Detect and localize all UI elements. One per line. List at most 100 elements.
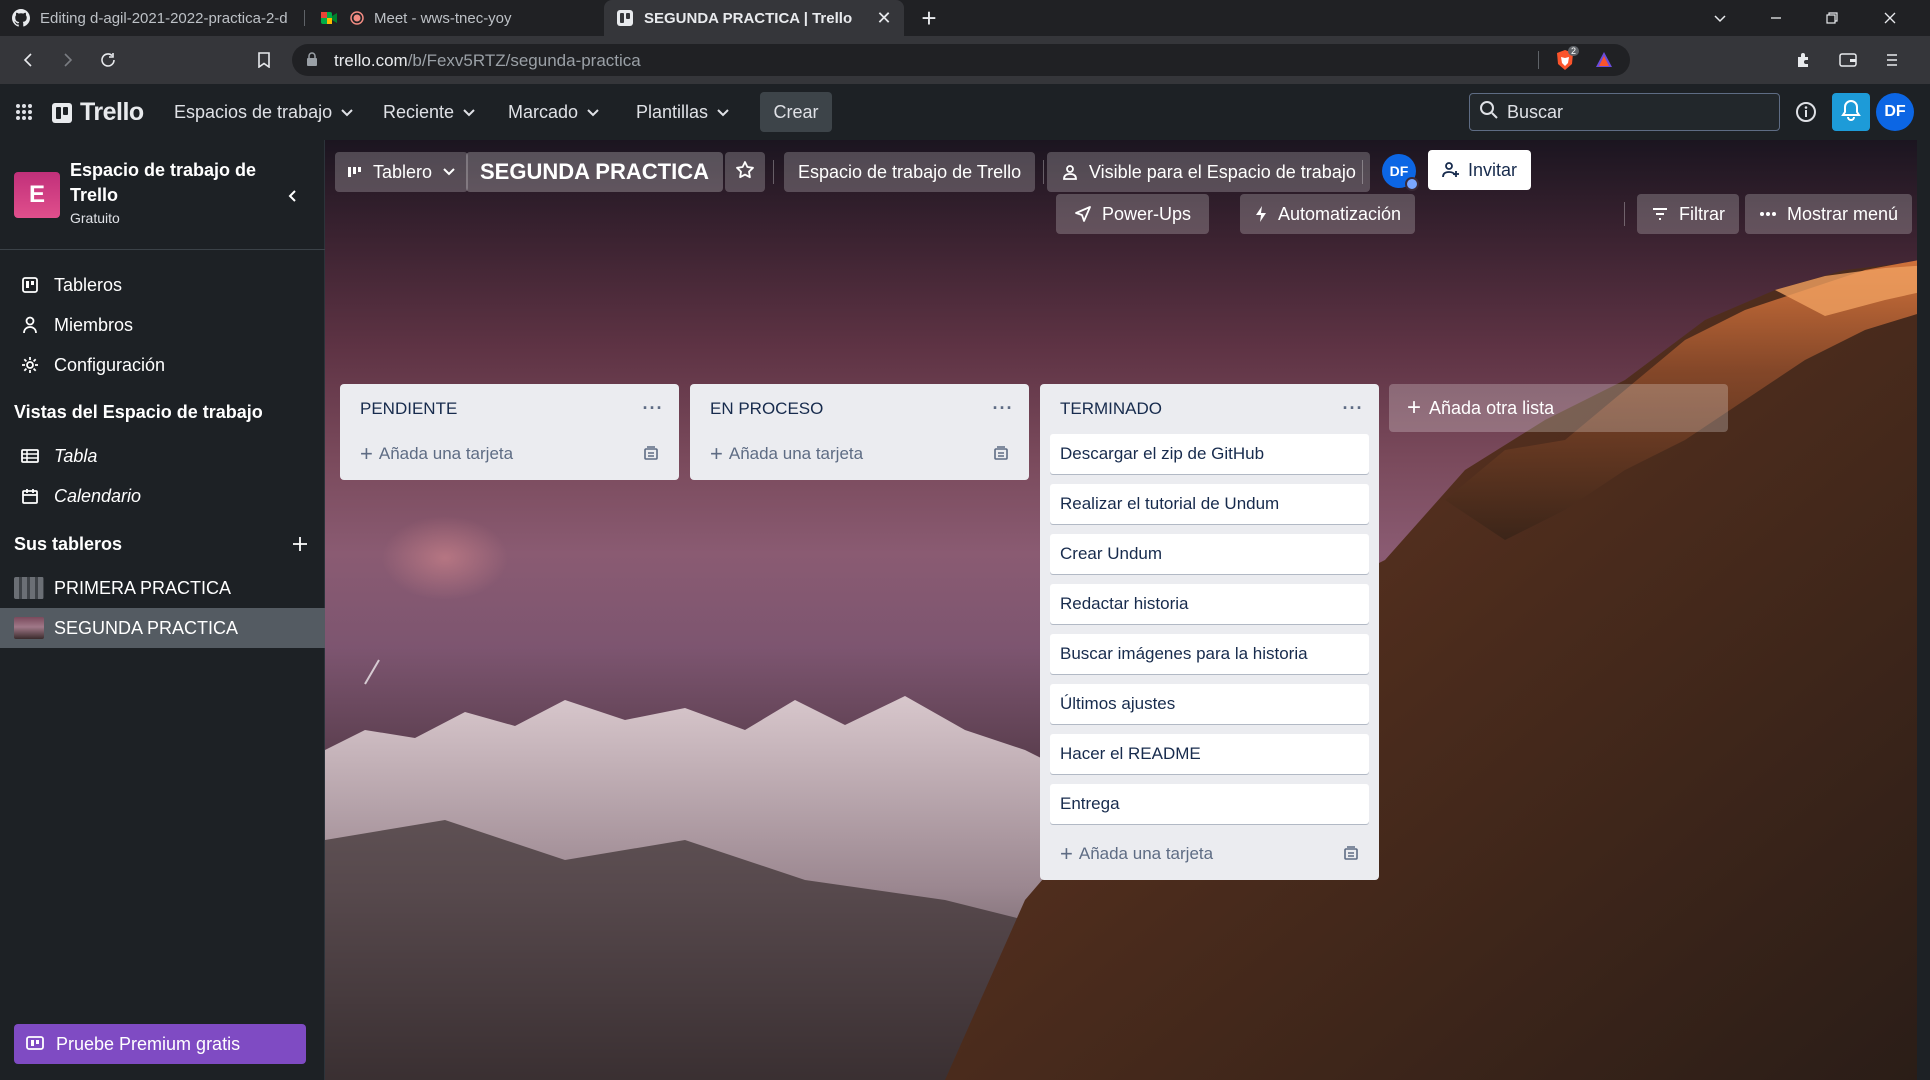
- add-card-button[interactable]: + Añada una tarjeta: [700, 434, 1019, 474]
- info-icon[interactable]: [1790, 96, 1822, 128]
- card[interactable]: Últimos ajustes: [1050, 684, 1369, 724]
- try-premium-button[interactable]: Pruebe Premium gratis: [14, 1024, 306, 1064]
- card[interactable]: Crear Undum: [1050, 534, 1369, 574]
- card[interactable]: Redactar historia: [1050, 584, 1369, 624]
- tab-divider: [304, 10, 305, 26]
- notifications-button[interactable]: [1832, 93, 1870, 131]
- more-icon: [1759, 211, 1777, 217]
- app-switcher-icon[interactable]: [14, 102, 34, 127]
- card-template-icon[interactable]: [643, 446, 659, 467]
- menu-recent[interactable]: Reciente: [383, 96, 476, 128]
- brave-rewards-icon[interactable]: [1594, 50, 1614, 75]
- menu-workspaces[interactable]: Espacios de trabajo: [174, 96, 354, 128]
- workspace-header: E Espacio de trabajo de Trello Gratuito: [0, 140, 325, 250]
- menu-templates[interactable]: Plantillas: [636, 96, 730, 128]
- tab-title: SEGUNDA PRACTICA | Trello: [644, 9, 853, 27]
- plus-icon: +: [360, 441, 373, 466]
- menu-label: Plantillas: [636, 101, 709, 122]
- trello-logo[interactable]: Trello: [52, 98, 144, 127]
- list-menu-icon[interactable]: ···: [989, 396, 1017, 420]
- member-initials: DF: [1389, 163, 1409, 179]
- card[interactable]: Buscar imágenes para la historia: [1050, 634, 1369, 674]
- wallet-icon[interactable]: [1834, 46, 1862, 74]
- sidebar-item-members[interactable]: Miembros: [0, 305, 325, 345]
- restore-icon[interactable]: [1804, 0, 1860, 36]
- boards-heading: Sus tableros: [14, 534, 123, 554]
- board-thumbnail: [14, 617, 44, 639]
- automation-button[interactable]: Automatización: [1240, 194, 1416, 234]
- workspace-name[interactable]: Espacio de trabajo de Trello: [70, 158, 270, 208]
- list-menu-icon[interactable]: ···: [639, 396, 667, 420]
- sidebar-item-label: Tabla: [54, 445, 98, 466]
- person-icon: [20, 315, 40, 335]
- minimize-icon[interactable]: [1748, 0, 1804, 36]
- powerups-button[interactable]: Power-Ups: [1056, 194, 1210, 234]
- add-board-icon[interactable]: [288, 532, 312, 556]
- close-tab-icon[interactable]: ✕: [874, 8, 894, 28]
- collapse-sidebar-icon[interactable]: [280, 184, 304, 208]
- sidebar-item-settings[interactable]: Configuración: [0, 345, 325, 385]
- card[interactable]: Descargar el zip de GitHub: [1050, 434, 1369, 474]
- create-button[interactable]: Crear: [760, 92, 832, 132]
- show-menu-button[interactable]: Mostrar menú: [1745, 194, 1913, 234]
- plus-icon: +: [710, 441, 723, 466]
- menu-starred[interactable]: Marcado: [508, 96, 600, 128]
- extensions-icon[interactable]: [1790, 46, 1818, 74]
- filter-button[interactable]: Filtrar: [1637, 194, 1739, 234]
- add-card-label: Añada una tarjeta: [728, 444, 864, 463]
- add-person-icon: [1442, 161, 1460, 179]
- forward-icon[interactable]: [54, 46, 82, 74]
- search-input[interactable]: Buscar: [1469, 93, 1780, 131]
- sidebar-item-label: Calendario: [54, 485, 142, 506]
- automation-label: Automatización: [1278, 203, 1402, 224]
- list-menu-icon[interactable]: ···: [1339, 396, 1367, 420]
- admin-badge: [1405, 177, 1419, 191]
- powerups-label: Power-Ups: [1102, 203, 1192, 224]
- add-card-button[interactable]: + Añada una tarjeta: [350, 434, 669, 474]
- browser-tab-trello[interactable]: SEGUNDA PRACTICA | Trello ✕: [604, 0, 904, 36]
- search-icon: [1479, 100, 1499, 125]
- list-title[interactable]: TERMINADO: [1060, 399, 1162, 419]
- browser-tab-meet[interactable]: Meet - wws-tnec-yoy: [308, 0, 603, 36]
- card-template-icon[interactable]: [993, 446, 1009, 467]
- user-avatar[interactable]: DF: [1876, 93, 1914, 131]
- close-window-icon[interactable]: [1862, 0, 1918, 36]
- browser-tab-github[interactable]: Editing d-agil-2021-2022-practica-2-d: [0, 0, 300, 36]
- board-member-avatar[interactable]: DF: [1382, 154, 1419, 191]
- board-thumbnail: [14, 577, 44, 599]
- sidebar-item-calendar[interactable]: Calendario: [0, 476, 325, 516]
- sidebar-board-segunda[interactable]: SEGUNDA PRACTICA: [0, 608, 325, 648]
- card[interactable]: Entrega: [1050, 784, 1369, 824]
- add-card-button[interactable]: + Añada una tarjeta: [1050, 834, 1369, 874]
- calendar-icon: [20, 486, 40, 506]
- sidebar-item-boards[interactable]: Tableros: [0, 265, 325, 305]
- premium-label: Pruebe Premium gratis: [56, 1033, 241, 1054]
- gear-icon: [20, 355, 40, 375]
- sidebar-item-table[interactable]: Tabla: [0, 436, 325, 476]
- address-bar[interactable]: trello.com/b/Fexv5RTZ/segunda-practica 2: [292, 44, 1630, 76]
- card[interactable]: Hacer el README: [1050, 734, 1369, 774]
- board-title[interactable]: SEGUNDA PRACTICA: [466, 152, 723, 192]
- view-switcher-button[interactable]: Tablero: [335, 152, 469, 192]
- invite-button[interactable]: Invitar: [1428, 150, 1532, 190]
- sidebar-board-primera[interactable]: PRIMERA PRACTICA: [0, 568, 325, 608]
- list-title[interactable]: EN PROCESO: [710, 399, 823, 419]
- page-scrollbar[interactable]: [1917, 140, 1930, 1080]
- add-list-button[interactable]: + Añada otra lista: [1389, 384, 1728, 432]
- card-template-icon[interactable]: [1343, 846, 1359, 867]
- bell-icon: [1841, 99, 1861, 126]
- back-icon[interactable]: [14, 46, 42, 74]
- sidebar-item-label: SEGUNDA PRACTICA: [54, 617, 239, 638]
- workspace-button[interactable]: Espacio de trabajo de Trello: [784, 152, 1036, 192]
- reload-icon[interactable]: [94, 46, 122, 74]
- visibility-button[interactable]: Visible para el Espacio de trabajo: [1047, 152, 1370, 192]
- browser-menu-icon[interactable]: [1878, 46, 1906, 74]
- new-tab-button[interactable]: +: [915, 3, 943, 33]
- tab-search-icon[interactable]: [1692, 0, 1748, 36]
- star-board-button[interactable]: [725, 152, 765, 192]
- chevron-down-icon: [462, 102, 476, 123]
- bookmark-icon[interactable]: [250, 46, 278, 74]
- card[interactable]: Realizar el tutorial de Undum: [1050, 484, 1369, 524]
- chevron-down-icon: [716, 102, 730, 123]
- list-title[interactable]: PENDIENTE: [360, 399, 457, 419]
